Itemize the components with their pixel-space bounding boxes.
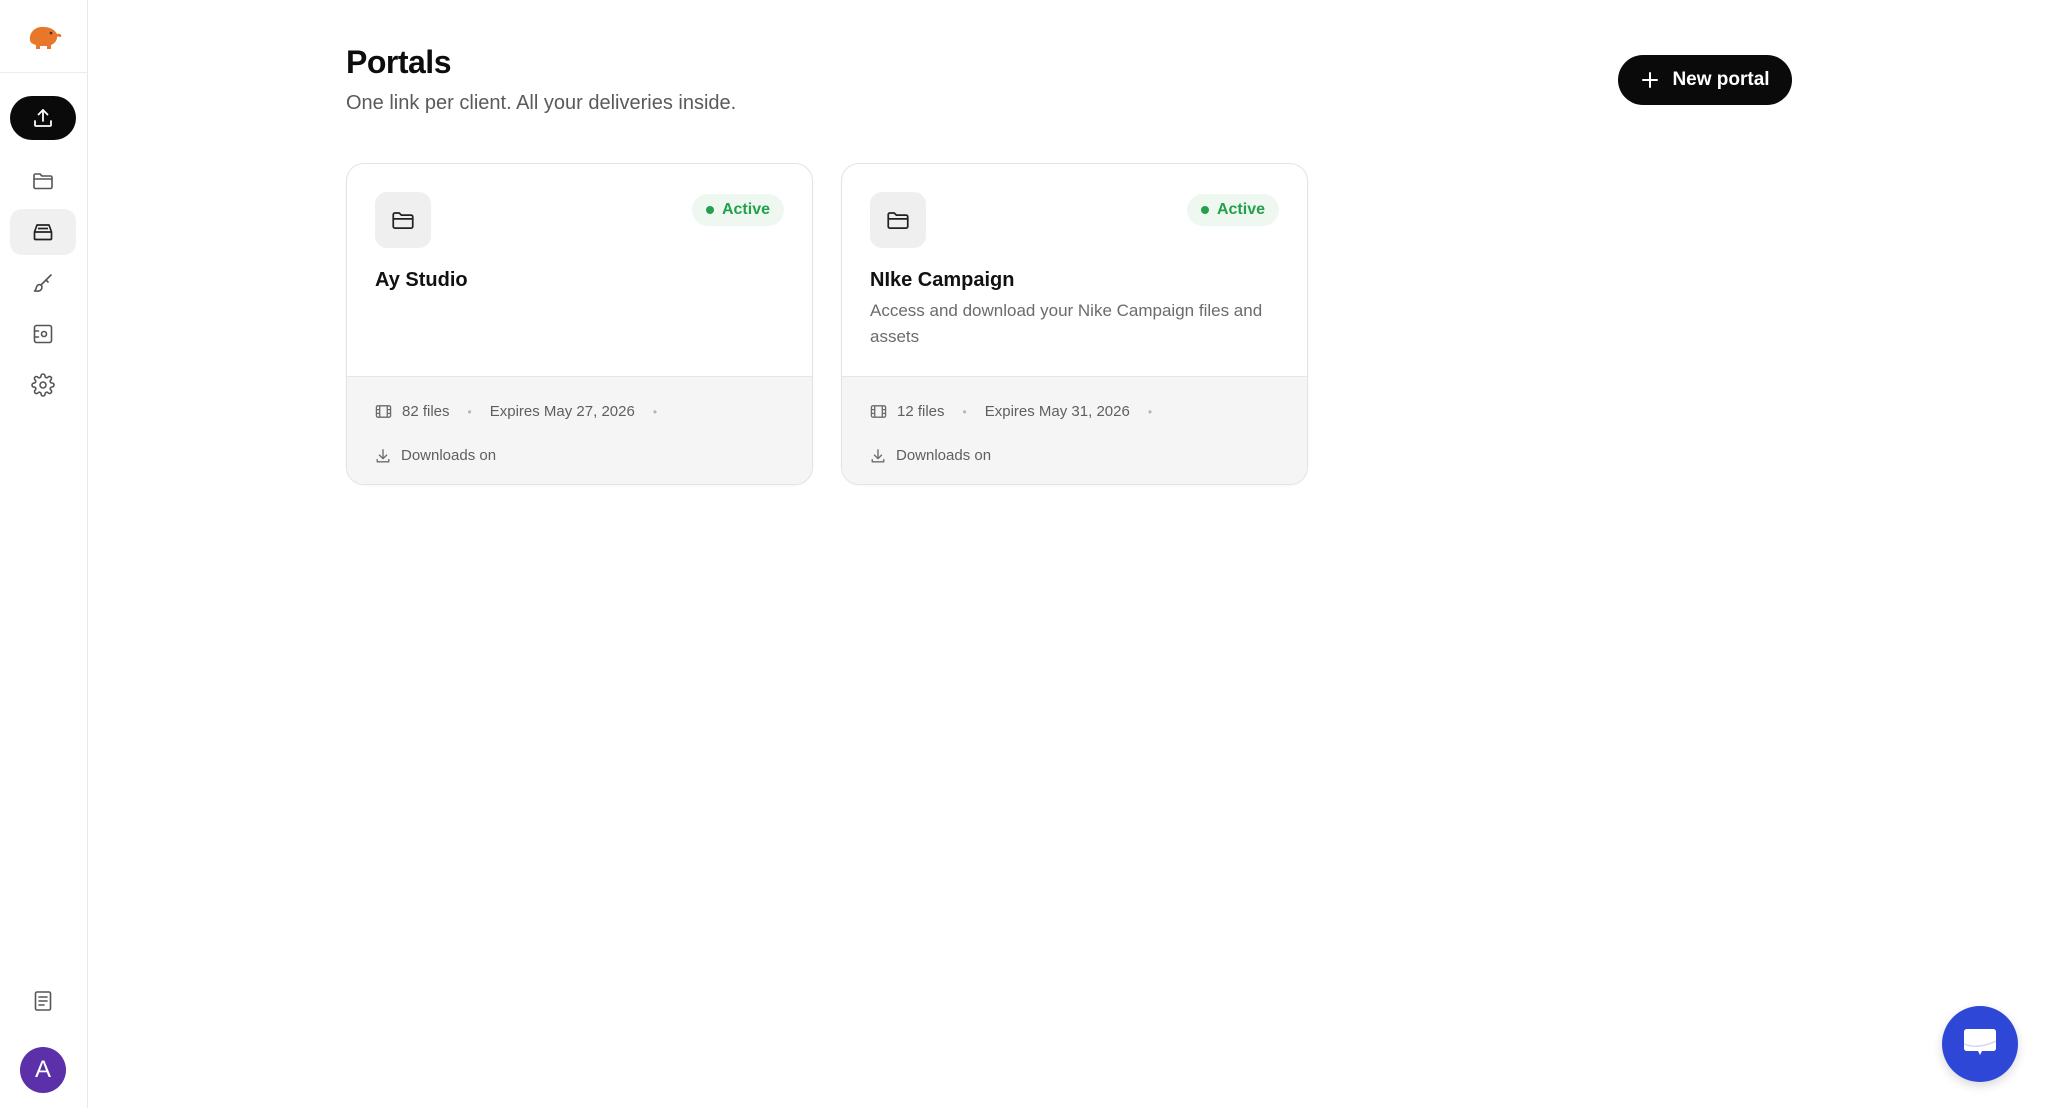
avatar-initial: A xyxy=(34,1056,51,1083)
meta-separator: • xyxy=(467,404,472,419)
meta-separator: • xyxy=(1147,404,1153,419)
portal-card[interactable]: Active Ay Studio 82 files • Expires May … xyxy=(346,163,813,485)
status-dot xyxy=(1200,206,1209,214)
plus-icon xyxy=(1642,72,1659,88)
sidebar-item-portals[interactable] xyxy=(10,209,76,255)
sidebar: A xyxy=(0,0,88,1108)
chat-launcher-button[interactable] xyxy=(1942,1006,2018,1082)
status-label: Active xyxy=(721,201,770,218)
sidebar-item-brand[interactable] xyxy=(10,260,76,306)
portal-folder-tile xyxy=(375,192,431,248)
sidebar-item-files[interactable] xyxy=(10,158,76,204)
screenshot-icon xyxy=(33,324,53,344)
brush-icon xyxy=(33,274,52,292)
portal-name: NIke Campaign xyxy=(870,269,1015,291)
new-portal-label: New portal xyxy=(1672,69,1770,90)
folder-icon xyxy=(33,173,53,190)
folder-open-icon xyxy=(392,212,414,229)
file-count: 12 files xyxy=(897,403,945,420)
upload-icon xyxy=(34,109,52,127)
portal-name: Ay Studio xyxy=(375,269,468,291)
download-icon xyxy=(375,448,391,464)
meta-separator: • xyxy=(652,404,658,419)
sidebar-divider xyxy=(0,72,88,73)
elephant-logo-icon[interactable] xyxy=(24,18,64,54)
expiry-date: Expires May 27, 2026 xyxy=(489,403,635,420)
portal-card-footer: 12 files • Expires May 31, 2026 • Downlo… xyxy=(842,376,1307,484)
sidebar-item-settings[interactable] xyxy=(10,362,76,408)
portal-meta-row: 12 files • Expires May 31, 2026 • xyxy=(870,403,1170,420)
inbox-tray-icon xyxy=(33,224,53,241)
portal-card[interactable]: Active NIke Campaign Access and download… xyxy=(841,163,1308,485)
portal-description: Access and download your Nike Campaign f… xyxy=(870,301,1263,346)
upload-button[interactable] xyxy=(10,96,76,140)
sidebar-item-capture[interactable] xyxy=(10,311,76,357)
sidebar-item-docs[interactable] xyxy=(10,978,76,1024)
portal-folder-tile xyxy=(870,192,926,248)
portal-card-header: Active Ay Studio xyxy=(347,164,812,376)
portal-meta-row: 82 files • Expires May 27, 2026 • xyxy=(375,403,675,420)
document-icon xyxy=(34,991,52,1011)
file-count: 82 files xyxy=(402,403,450,420)
portal-downloads-row: Downloads on xyxy=(870,447,991,464)
folder-open-icon xyxy=(887,212,909,229)
portal-downloads-row: Downloads on xyxy=(375,447,496,464)
downloads-status: Downloads on xyxy=(401,447,497,464)
status-dot xyxy=(705,206,714,214)
meta-separator: • xyxy=(962,404,967,419)
page-subtitle: One link per client. All your deliveries… xyxy=(346,92,737,114)
status-badge: Active xyxy=(1186,194,1279,226)
portal-card-header: Active NIke Campaign Access and download… xyxy=(842,164,1307,376)
expiry-date: Expires May 31, 2026 xyxy=(984,403,1130,420)
downloads-status: Downloads on xyxy=(896,447,992,464)
status-badge: Active xyxy=(691,194,784,226)
page-title: Portals xyxy=(346,44,451,80)
status-label: Active xyxy=(1216,201,1265,218)
portal-card-footer: 82 files • Expires May 27, 2026 • Downlo… xyxy=(347,376,812,484)
new-portal-button[interactable]: New portal xyxy=(1618,55,1792,105)
film-icon xyxy=(870,403,887,420)
film-icon xyxy=(375,403,392,420)
chat-bubble-icon xyxy=(1963,1029,1997,1055)
avatar[interactable]: A xyxy=(20,1047,66,1093)
gear-icon xyxy=(31,373,55,397)
download-icon xyxy=(870,448,886,464)
